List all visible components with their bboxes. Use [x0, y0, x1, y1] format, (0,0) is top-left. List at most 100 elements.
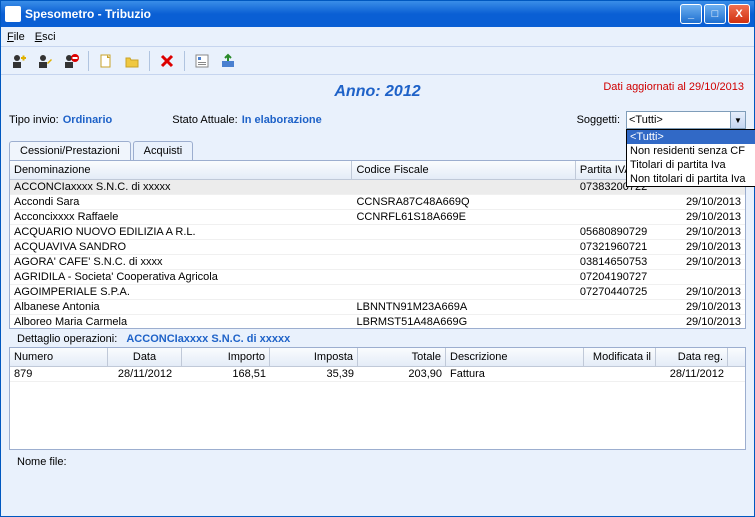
dropdown-option[interactable]: Non residenti senza CF	[627, 144, 755, 158]
properties-icon[interactable]	[190, 49, 214, 73]
col-descrizione[interactable]: Descrizione	[446, 348, 584, 366]
col-data-reg[interactable]: Data reg.	[656, 348, 728, 366]
table-row[interactable]: Acconcixxxx RaffaeleCCNRFL61S18A669E 29/1…	[10, 210, 745, 225]
maximize-button[interactable]: □	[704, 4, 726, 24]
cell-mod: 29/10/2013	[671, 195, 745, 209]
cell-piva: 07270440725	[576, 285, 671, 299]
dettaglio-value: ACCONCIaxxxx S.N.C. di xxxxx	[126, 333, 290, 345]
cell-cf: CCNRFL61S18A669E	[352, 210, 575, 224]
info-row: Tipo invio: Ordinario Stato Attuale: In …	[9, 111, 746, 129]
cell-denom: ACQUARIO NUOVO EDILIZIA A R.L.	[10, 225, 352, 239]
dettaglio-row: Dettaglio operazioni: ACCONCIaxxxx S.N.C…	[17, 333, 738, 345]
menu-bar: File Esci	[1, 27, 754, 47]
cell-totale: 203,90	[358, 367, 446, 381]
grid-detail-body[interactable]: 87928/11/2012168,5135,39203,90Fattura28/…	[10, 367, 745, 449]
tipo-invio-value: Ordinario	[63, 114, 113, 126]
cell-cf	[352, 255, 575, 269]
col-codice-fiscale[interactable]: Codice Fiscale	[352, 161, 575, 179]
cell-piva: 05680890729	[576, 225, 671, 239]
dropdown-option[interactable]: Non titolari di partita Iva	[627, 172, 755, 186]
year-label: Anno: 2012	[334, 83, 420, 100]
cell-mod: 29/10/2013	[671, 255, 745, 269]
col-modificata[interactable]: Modificata il	[584, 348, 656, 366]
cell-reg: 28/11/2012	[656, 367, 728, 381]
cell-denom: AGRIDILA - Societa' Cooperativa Agricola	[10, 270, 352, 284]
cell-piva	[576, 195, 671, 209]
new-doc-icon[interactable]	[94, 49, 118, 73]
window-title: Spesometro - Tribuzio	[25, 7, 680, 21]
person-add-icon[interactable]	[7, 49, 31, 73]
table-row[interactable]: 87928/11/2012168,5135,39203,90Fattura28/…	[10, 367, 745, 382]
col-numero[interactable]: Numero	[10, 348, 108, 366]
dati-aggiornati-label: Dati aggiornati al 29/10/2013	[603, 81, 744, 93]
cell-cf	[352, 240, 575, 254]
col-importo[interactable]: Importo	[182, 348, 270, 366]
menu-file[interactable]: File	[7, 31, 25, 43]
col-denominazione[interactable]: Denominazione	[10, 161, 352, 179]
grid-detail: Numero Data Importo Imposta Totale Descr…	[9, 347, 746, 450]
table-row[interactable]: AGOIMPERIALE S.P.A.0727044072529/10/2013	[10, 285, 745, 300]
cell-modil	[584, 367, 656, 381]
cell-cf	[352, 180, 575, 194]
cell-mod: 29/10/2013	[671, 225, 745, 239]
minimize-button[interactable]: _	[680, 4, 702, 24]
dropdown-option[interactable]: Titolari di partita Iva	[627, 158, 755, 172]
titlebar: Spesometro - Tribuzio _ □ X	[1, 1, 754, 27]
table-row[interactable]: Accondi SaraCCNSRA87C48A669Q29/10/2013	[10, 195, 745, 210]
cell-denom: ACQUAVIVA SANDRO	[10, 240, 352, 254]
cell-denom: Alboreo Maria Carmela	[10, 315, 352, 328]
table-row[interactable]: AGRIDILA - Societa' Cooperativa Agricola…	[10, 270, 745, 285]
cell-desc: Fattura	[446, 367, 584, 381]
app-window: Spesometro - Tribuzio _ □ X File Esci Da…	[0, 0, 755, 517]
cell-mod	[671, 270, 745, 284]
cell-piva: 07321960721	[576, 240, 671, 254]
chevron-down-icon[interactable]: ▼	[730, 112, 745, 128]
cell-cf: LBRMST51A48A669G	[352, 315, 575, 328]
dropdown-value[interactable]: <Tutti>	[626, 111, 746, 129]
close-button[interactable]: X	[728, 4, 750, 24]
tipo-invio-label: Tipo invio:	[9, 114, 59, 126]
cell-data: 28/11/2012	[108, 367, 182, 381]
toolbar	[1, 47, 754, 75]
dettaglio-label: Dettaglio operazioni:	[17, 333, 117, 345]
cell-mod: 29/10/2013	[671, 210, 745, 224]
cell-denom: Acconcixxxx Raffaele	[10, 210, 352, 224]
dropdown-list: <Tutti> Non residenti senza CF Titolari …	[626, 129, 755, 187]
table-row[interactable]: ACQUARIO NUOVO EDILIZIA A R.L. 0568089072…	[10, 225, 745, 240]
table-row[interactable]: ACQUAVIVA SANDRO 0732196072129/10/2013	[10, 240, 745, 255]
cell-piva	[576, 210, 671, 224]
cell-cf: LBNNTN91M23A669A	[352, 300, 575, 314]
col-data[interactable]: Data	[108, 348, 182, 366]
cell-denom: Albanese Antonia	[10, 300, 352, 314]
cell-piva: 03814650753	[576, 255, 671, 269]
delete-x-icon[interactable]	[155, 49, 179, 73]
nome-file-label: Nome file:	[17, 456, 738, 468]
cell-mod: 29/10/2013	[671, 240, 745, 254]
soggetti-dropdown[interactable]: <Tutti> ▼ <Tutti> Non residenti senza CF…	[626, 111, 746, 129]
person-edit-icon[interactable]	[33, 49, 57, 73]
cell-denom: AGOIMPERIALE S.P.A.	[10, 285, 352, 299]
tab-cessioni[interactable]: Cessioni/Prestazioni	[9, 141, 131, 160]
grid-body[interactable]: ACCONCIaxxxx S.N.C. di xxxxx07383200722A…	[10, 180, 745, 328]
menu-esci[interactable]: Esci	[35, 31, 56, 43]
table-row[interactable]: AGORA' CAFE' S.N.C. di xxxx 0381465075329…	[10, 255, 745, 270]
dropdown-option[interactable]: <Tutti>	[627, 130, 755, 144]
person-delete-icon[interactable]	[59, 49, 83, 73]
cell-num: 879	[10, 367, 108, 381]
cell-denom: AGORA' CAFE' S.N.C. di xxxx	[10, 255, 352, 269]
table-row[interactable]: Alboreo Maria CarmelaLBRMST51A48A669G 29/…	[10, 315, 745, 328]
tab-acquisti[interactable]: Acquisti	[133, 141, 194, 160]
export-icon[interactable]	[216, 49, 240, 73]
col-imposta[interactable]: Imposta	[270, 348, 358, 366]
cell-mod: 29/10/2013	[671, 315, 745, 328]
cell-piva	[576, 315, 671, 328]
grid-detail-header: Numero Data Importo Imposta Totale Descr…	[10, 348, 745, 367]
soggetti-label: Soggetti:	[577, 114, 620, 126]
table-row[interactable]: Albanese AntoniaLBNNTN91M23A669A29/10/20…	[10, 300, 745, 315]
cell-denom: Accondi Sara	[10, 195, 352, 209]
cell-cf	[352, 270, 575, 284]
stato-label: Stato Attuale:	[172, 114, 237, 126]
folder-icon[interactable]	[120, 49, 144, 73]
cell-cf	[352, 285, 575, 299]
col-totale[interactable]: Totale	[358, 348, 446, 366]
